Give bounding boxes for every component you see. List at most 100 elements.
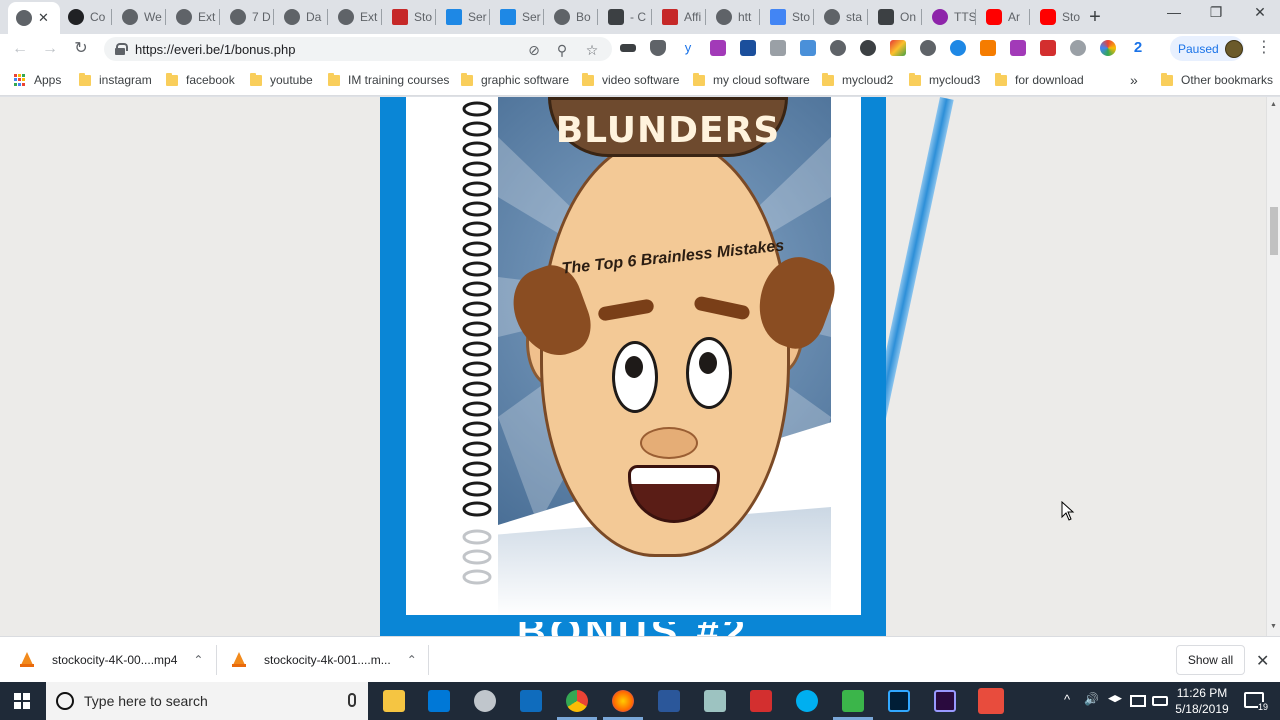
show-all-button[interactable]: Show all [1176, 645, 1245, 675]
scroll-down-icon[interactable]: ▼ [1270, 623, 1277, 630]
taskbar-search[interactable]: Type here to search [46, 682, 368, 720]
store-icon[interactable] [428, 690, 450, 712]
tab[interactable]: Da [276, 5, 328, 29]
bookmark-folder[interactable]: IM training courses [328, 72, 449, 88]
url-text[interactable]: https://everi.be/1/bonus.php [135, 42, 295, 57]
extension-icon[interactable] [710, 40, 726, 56]
firefox-icon[interactable] [612, 690, 634, 712]
taskbar-clock[interactable]: 11:26 PM 5/18/2019 [1172, 685, 1232, 717]
extension-icon[interactable] [860, 40, 876, 56]
tab[interactable]: Sto [762, 5, 814, 29]
menu-icon[interactable]: ⋮ [1256, 40, 1272, 56]
extension-icon[interactable] [1040, 40, 1056, 56]
chevron-up-icon[interactable]: ⌃ [407, 653, 417, 667]
scroll-up-icon[interactable]: ▲ [1270, 101, 1277, 108]
tab[interactable]: sta [816, 5, 868, 29]
file-explorer-icon[interactable] [383, 690, 405, 712]
forward-button[interactable]: → [40, 39, 60, 59]
photoshop-icon[interactable] [888, 690, 910, 712]
new-tab-button[interactable]: + [1085, 6, 1105, 29]
bookmark-folder[interactable]: mycloud3 [909, 72, 980, 88]
acrobat-icon[interactable] [750, 690, 772, 712]
extension-icon[interactable] [1010, 40, 1026, 56]
globe-icon[interactable] [1070, 40, 1086, 56]
tab[interactable]: Affi [654, 5, 706, 29]
cookie-blocked-icon[interactable]: ⊘ [526, 42, 542, 58]
download-item[interactable]: stockocity-4K-00....mp4 ⌃ [20, 637, 203, 683]
bookmark-folder[interactable]: youtube [250, 72, 313, 88]
chrome-icon[interactable] [566, 690, 588, 712]
bookmarks-overflow-button[interactable]: » [1130, 72, 1138, 88]
tab[interactable]: Co [60, 5, 112, 29]
star-icon[interactable]: ☆ [584, 42, 600, 58]
bookmark-folder[interactable]: graphic software [461, 72, 569, 88]
address-bar[interactable]: https://everi.be/1/bonus.php ⊘ ⚲ ☆ [104, 37, 612, 61]
play-icon[interactable] [950, 40, 966, 56]
tab-active[interactable]: ✕ [8, 2, 60, 34]
tab[interactable]: Bo [546, 5, 598, 29]
extension-icon[interactable] [980, 40, 996, 56]
camtasia-recorder-icon[interactable] [978, 688, 1004, 714]
restore-button[interactable]: ❐ [1206, 4, 1226, 21]
tab[interactable]: On [870, 5, 922, 29]
download-item[interactable]: stockocity-4k-001....m... ⌃ [232, 637, 417, 683]
close-tab-icon[interactable]: ✕ [38, 10, 49, 26]
two-extension-icon[interactable]: 2 [1130, 40, 1146, 56]
tab[interactable]: Ser [492, 5, 544, 29]
extension-icon[interactable] [1100, 40, 1116, 56]
extension-icon[interactable] [890, 40, 906, 56]
network-status-icon[interactable] [1130, 695, 1146, 707]
network-icon[interactable] [474, 690, 496, 712]
outlook-icon[interactable] [520, 690, 542, 712]
tab[interactable]: 7 D [222, 5, 274, 29]
zoom-icon[interactable]: ⚲ [554, 42, 570, 58]
extension-icon[interactable] [800, 40, 816, 56]
camtasia-icon[interactable] [842, 690, 864, 712]
dropbox-icon[interactable] [1108, 695, 1122, 703]
bookmark-apps[interactable]: Apps [14, 72, 61, 88]
notes-icon[interactable] [704, 690, 726, 712]
tab[interactable]: Ser [438, 5, 490, 29]
reload-button[interactable]: ↻ [71, 39, 91, 59]
battery-icon[interactable] [1152, 696, 1168, 706]
bookmark-folder[interactable]: instagram [79, 72, 152, 88]
tray-overflow-icon[interactable]: ^ [1064, 692, 1070, 707]
chevron-up-icon[interactable]: ⌃ [193, 653, 203, 667]
tab[interactable]: Ext [330, 5, 382, 29]
microphone-icon[interactable] [348, 693, 356, 707]
page-scrollbar[interactable]: ▲ ▼ [1266, 97, 1280, 636]
bookmark-folder[interactable]: video software [582, 72, 679, 88]
skype-icon[interactable] [796, 690, 818, 712]
bookmark-folder[interactable]: my cloud software [693, 72, 810, 88]
tab[interactable]: Ext [168, 5, 220, 29]
extension-icon[interactable] [920, 40, 936, 56]
shield-icon[interactable] [650, 40, 666, 56]
tab[interactable]: Ar [978, 5, 1030, 29]
bookmark-folder[interactable]: for download [995, 72, 1084, 88]
extension-icon[interactable] [620, 44, 636, 52]
extension-icon[interactable] [740, 40, 756, 56]
close-shelf-icon[interactable]: ✕ [1256, 651, 1269, 671]
y-extension-icon[interactable]: y [680, 40, 696, 56]
premiere-icon[interactable] [934, 690, 956, 712]
tab[interactable]: Sto [384, 5, 436, 29]
bookmark-folder[interactable]: mycloud2 [822, 72, 893, 88]
bookmark-folder[interactable]: facebook [166, 72, 235, 88]
scroll-thumb[interactable] [1270, 207, 1278, 255]
profile-paused-button[interactable]: Paused [1170, 36, 1244, 61]
word-icon[interactable] [658, 690, 680, 712]
code-icon[interactable] [770, 40, 786, 56]
tab[interactable]: htt [708, 5, 760, 29]
tab[interactable]: Sto [1032, 5, 1080, 29]
tab[interactable]: TTS [924, 5, 976, 29]
extension-icon[interactable] [830, 40, 846, 56]
close-window-button[interactable]: ✕ [1250, 4, 1270, 21]
windows-start-icon[interactable] [14, 693, 30, 709]
tab[interactable]: - C [600, 5, 652, 29]
other-bookmarks[interactable]: Other bookmarks [1161, 72, 1273, 88]
notification-center-icon[interactable]: 19 [1244, 692, 1268, 712]
minimize-button[interactable]: — [1164, 4, 1184, 20]
volume-icon[interactable]: 🔊 [1084, 692, 1099, 706]
tab[interactable]: We [114, 5, 166, 29]
back-button[interactable]: ← [10, 39, 30, 59]
